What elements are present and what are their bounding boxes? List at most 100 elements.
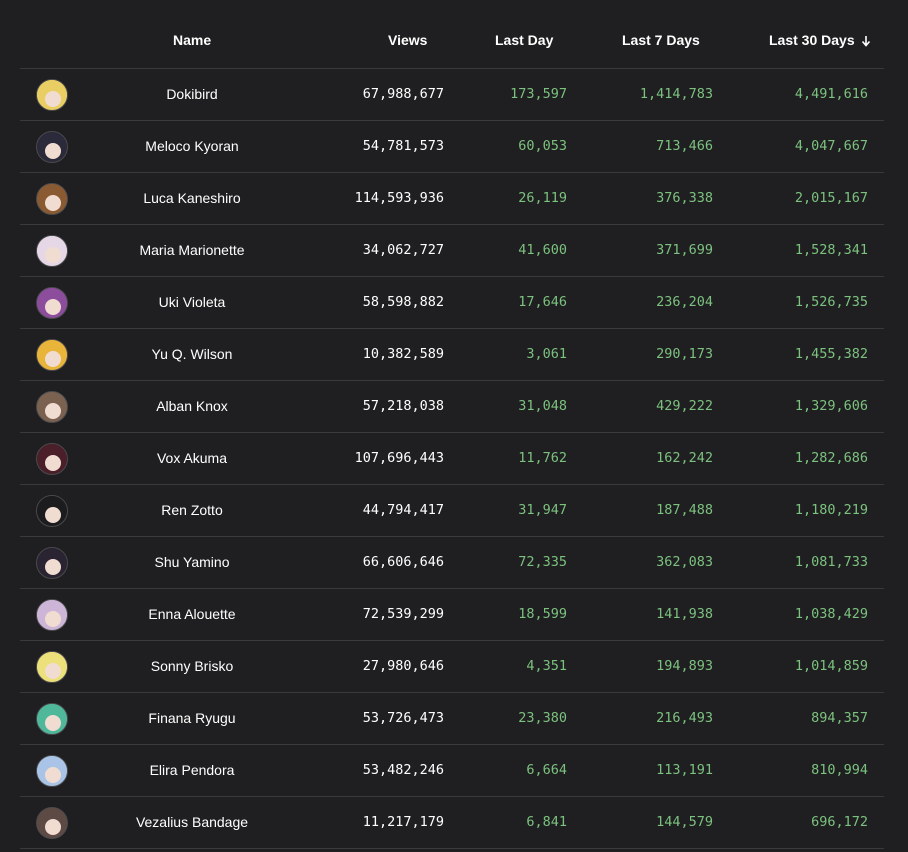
channel-name[interactable]: Alban Knox <box>92 381 292 432</box>
last-day-value: 6,664 <box>526 762 567 778</box>
channel-name[interactable]: Luca Kaneshiro <box>92 173 292 224</box>
table-row[interactable]: Meloco Kyoran 54,781,573 60,053 713,466 … <box>20 121 884 173</box>
avatar-face <box>45 507 61 523</box>
last-day-value: 31,947 <box>518 502 567 518</box>
avatar-face <box>45 299 61 315</box>
avatar[interactable] <box>36 235 68 267</box>
column-header-name[interactable]: Name <box>173 32 211 48</box>
avatar[interactable] <box>36 495 68 527</box>
last-day-value: 4,351 <box>526 658 567 674</box>
views-value: 34,062,727 <box>362 242 444 258</box>
channel-name[interactable]: Yu Q. Wilson <box>92 329 292 380</box>
last-30-days-value: 810,994 <box>811 762 868 778</box>
views-value: 67,988,677 <box>362 86 444 102</box>
column-header-last-30-days[interactable]: Last 30 Days <box>769 32 871 48</box>
channel-name[interactable]: Finana Ryugu <box>92 693 292 744</box>
channel-name[interactable]: Uki Violeta <box>92 277 292 328</box>
avatar[interactable] <box>36 391 68 423</box>
channel-name[interactable]: Sonny Brisko <box>92 641 292 692</box>
last-day-value: 3,061 <box>526 346 567 362</box>
last-7-days-value: 162,242 <box>656 450 713 466</box>
avatar[interactable] <box>36 183 68 215</box>
table-body: Dokibird 67,988,677 173,597 1,414,783 4,… <box>20 69 884 849</box>
channel-name[interactable]: Ren Zotto <box>92 485 292 536</box>
avatar[interactable] <box>36 79 68 111</box>
last-7-days-value: 144,579 <box>656 814 713 830</box>
views-value: 66,606,646 <box>362 554 444 570</box>
column-header-last-day[interactable]: Last Day <box>495 32 553 48</box>
avatar-face <box>45 247 61 263</box>
avatar[interactable] <box>36 599 68 631</box>
channel-name[interactable]: Vox Akuma <box>92 433 292 484</box>
avatar[interactable] <box>36 755 68 787</box>
channel-name[interactable]: Vezalius Bandage <box>92 797 292 848</box>
channel-name[interactable]: Enna Alouette <box>92 589 292 640</box>
table-row[interactable]: Luca Kaneshiro 114,593,936 26,119 376,33… <box>20 173 884 225</box>
column-header-last-30-days-label: Last 30 Days <box>769 32 855 48</box>
avatar[interactable] <box>36 131 68 163</box>
avatar-face <box>45 559 61 575</box>
table-row[interactable]: Alban Knox 57,218,038 31,048 429,222 1,3… <box>20 381 884 433</box>
last-7-days-value: 187,488 <box>656 502 713 518</box>
table-row[interactable]: Enna Alouette 72,539,299 18,599 141,938 … <box>20 589 884 641</box>
table-row[interactable]: Maria Marionette 34,062,727 41,600 371,6… <box>20 225 884 277</box>
table-row[interactable]: Shu Yamino 66,606,646 72,335 362,083 1,0… <box>20 537 884 589</box>
last-30-days-value: 1,526,735 <box>794 294 868 310</box>
table-row[interactable]: Yu Q. Wilson 10,382,589 3,061 290,173 1,… <box>20 329 884 381</box>
avatar-face <box>45 767 61 783</box>
avatar-face <box>45 351 61 367</box>
table-row[interactable]: Vezalius Bandage 11,217,179 6,841 144,57… <box>20 797 884 849</box>
last-30-days-value: 1,329,606 <box>794 398 868 414</box>
avatar-face <box>45 715 61 731</box>
table-row[interactable]: Sonny Brisko 27,980,646 4,351 194,893 1,… <box>20 641 884 693</box>
last-30-days-value: 1,180,219 <box>794 502 868 518</box>
table-row[interactable]: Dokibird 67,988,677 173,597 1,414,783 4,… <box>20 69 884 121</box>
column-header-last-7-days[interactable]: Last 7 Days <box>622 32 700 48</box>
avatar-face <box>45 663 61 679</box>
avatar[interactable] <box>36 339 68 371</box>
last-7-days-value: 1,414,783 <box>639 86 713 102</box>
last-30-days-value: 4,047,667 <box>794 138 868 154</box>
avatar[interactable] <box>36 547 68 579</box>
last-30-days-value: 1,282,686 <box>794 450 868 466</box>
column-header-views[interactable]: Views <box>388 32 427 48</box>
views-value: 58,598,882 <box>362 294 444 310</box>
views-value: 114,593,936 <box>354 190 444 206</box>
avatar[interactable] <box>36 651 68 683</box>
table-row[interactable]: Uki Violeta 58,598,882 17,646 236,204 1,… <box>20 277 884 329</box>
last-30-days-value: 1,081,733 <box>794 554 868 570</box>
last-7-days-value: 376,338 <box>656 190 713 206</box>
views-value: 57,218,038 <box>362 398 444 414</box>
avatar-face <box>45 819 61 835</box>
last-30-days-value: 1,528,341 <box>794 242 868 258</box>
channel-name[interactable]: Maria Marionette <box>92 225 292 276</box>
last-7-days-value: 362,083 <box>656 554 713 570</box>
views-value: 107,696,443 <box>354 450 444 466</box>
last-day-value: 26,119 <box>518 190 567 206</box>
channel-name[interactable]: Elira Pendora <box>92 745 292 796</box>
avatar-face <box>45 403 61 419</box>
avatar-face <box>45 143 61 159</box>
views-value: 53,482,246 <box>362 762 444 778</box>
table-row[interactable]: Vox Akuma 107,696,443 11,762 162,242 1,2… <box>20 433 884 485</box>
table-row[interactable]: Elira Pendora 53,482,246 6,664 113,191 8… <box>20 745 884 797</box>
table-row[interactable]: Finana Ryugu 53,726,473 23,380 216,493 8… <box>20 693 884 745</box>
avatar[interactable] <box>36 287 68 319</box>
avatar[interactable] <box>36 703 68 735</box>
channel-name[interactable]: Shu Yamino <box>92 537 292 588</box>
last-day-value: 23,380 <box>518 710 567 726</box>
table-row[interactable]: Ren Zotto 44,794,417 31,947 187,488 1,18… <box>20 485 884 537</box>
avatar[interactable] <box>36 807 68 839</box>
last-30-days-value: 1,038,429 <box>794 606 868 622</box>
last-7-days-value: 141,938 <box>656 606 713 622</box>
last-7-days-value: 236,204 <box>656 294 713 310</box>
last-7-days-value: 713,466 <box>656 138 713 154</box>
last-day-value: 173,597 <box>510 86 567 102</box>
avatar[interactable] <box>36 443 68 475</box>
last-30-days-value: 2,015,167 <box>794 190 868 206</box>
channel-name[interactable]: Dokibird <box>92 69 292 120</box>
last-30-days-value: 1,014,859 <box>794 658 868 674</box>
last-day-value: 72,335 <box>518 554 567 570</box>
channel-name[interactable]: Meloco Kyoran <box>92 121 292 172</box>
last-30-days-value: 4,491,616 <box>794 86 868 102</box>
